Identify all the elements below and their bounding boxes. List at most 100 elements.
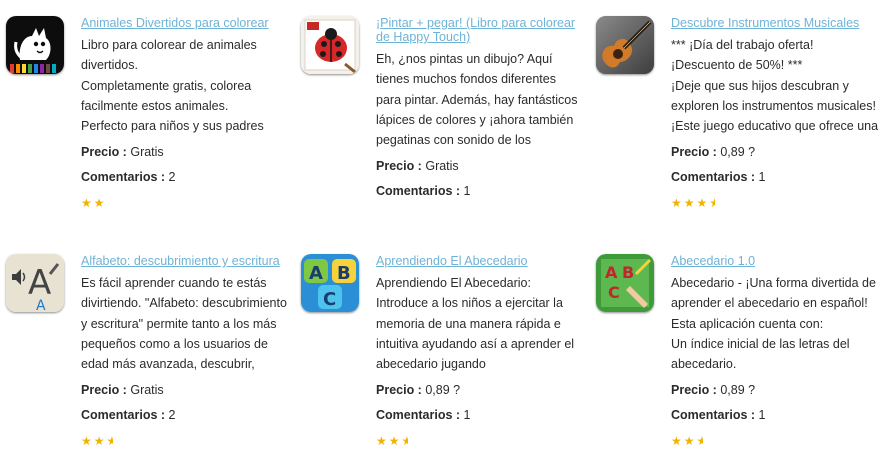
price-label: Precio :: [671, 383, 717, 398]
app-title-link[interactable]: Animales Divertidos para colorear: [81, 16, 291, 30]
app-title-link[interactable]: ¡Pintar + pegar! (Libro para colorear de…: [376, 16, 586, 44]
half-star-icon: ★: [402, 435, 408, 447]
description-line: pequeños como a los usuarios de: [81, 336, 268, 351]
half-star-icon: ★: [697, 435, 703, 447]
svg-text:C: C: [608, 283, 620, 302]
comments: Comentarios : 1: [376, 184, 586, 198]
price-value: Gratis: [425, 159, 459, 174]
abc-blocks-icon[interactable]: A B C: [301, 254, 359, 312]
app-info: Descubre Instrumentos Musicales *** ¡Día…: [671, 16, 881, 209]
description-line: aprender el abecedario en español!: [671, 296, 868, 311]
description-line: memoria de una manera rápida e: [376, 316, 561, 331]
star-icon: ★: [671, 196, 684, 211]
price: Precio : 0,89 ?: [376, 383, 586, 397]
description-line: pegatinas con sonido de los: [376, 133, 531, 148]
app-description: *** ¡Día del trabajo oferta! ¡Descuento …: [671, 35, 881, 136]
description-line: Abecedario - ¡Una forma divertida de: [671, 276, 876, 290]
app-description: Es fácil aprender cuando te estás divirt…: [81, 273, 291, 374]
price-label: Precio :: [81, 145, 127, 160]
description-line: facilmente estos animales.: [81, 98, 229, 113]
description-line: Perfecto para niños y sus padres: [81, 119, 264, 134]
app-title-link[interactable]: Abecedario 1.0: [671, 254, 881, 268]
star-icon: ★: [81, 196, 94, 211]
svg-text:C: C: [323, 289, 336, 310]
app-info: Alfabeto: descubrimiento y escritura Es …: [81, 254, 291, 447]
comments: Comentarios : 2: [81, 408, 291, 422]
description-line: tienes muchos fondos diferentes: [376, 72, 556, 87]
app-description: Aprendiendo El Abecedario: Introduce a l…: [376, 273, 586, 374]
description-line: lápices de colores y ¡ahora también: [376, 112, 574, 127]
ladybug-icon[interactable]: [301, 16, 359, 74]
comments: Comentarios : 1: [671, 408, 881, 422]
price: Precio : Gratis: [376, 159, 586, 173]
app-card-animales: Animales Divertidos para colorear Libro …: [6, 16, 296, 236]
description-line: ¡Descuento de 50%! ***: [671, 58, 803, 73]
comments-label: Comentarios :: [81, 408, 166, 423]
rating-stars: ★★★★: [671, 197, 881, 209]
comments-label: Comentarios :: [376, 408, 461, 423]
app-info: Aprendiendo El Abecedario Aprendiendo El…: [376, 254, 586, 447]
star-icon: ★: [683, 196, 697, 211]
comments-label: Comentarios :: [671, 408, 756, 423]
app-card-aprendiendo: A B C Aprendiendo El Abecedario Aprendie…: [301, 254, 591, 471]
star-icon: ★: [388, 434, 402, 449]
description-line: Es fácil aprender cuando te estás: [81, 276, 267, 290]
comments-value: 1: [758, 170, 766, 185]
price-value: 0,89 ?: [425, 383, 461, 398]
description-line: Aprendiendo El Abecedario:: [376, 276, 531, 290]
comments-value: 2: [168, 170, 176, 185]
star-icon: ★: [81, 434, 94, 449]
rating-stars: ★★★: [376, 435, 586, 447]
description-line: divirtiendo. "Alfabeto: descubrimiento: [81, 296, 287, 311]
app-card-abecedario: A B C Abecedario 1.0 Abecedario - ¡Una f…: [596, 254, 886, 471]
title-line: ¡Pintar + pegar! (Libro para colorear: [376, 16, 576, 30]
description-line: abecedario.: [671, 357, 737, 372]
title-line: de Happy Touch): [376, 30, 471, 44]
app-title-link[interactable]: Alfabeto: descubrimiento y escritura: [81, 254, 291, 268]
app-card-pintar-pegar: ¡Pintar + pegar! (Libro para colorear de…: [301, 16, 591, 236]
star-icon: ★: [376, 434, 389, 449]
svg-text:B: B: [622, 263, 634, 282]
half-star-icon: ★: [107, 435, 113, 447]
app-title-link[interactable]: Descubre Instrumentos Musicales: [671, 16, 881, 30]
app-info: ¡Pintar + pegar! (Libro para colorear de…: [376, 16, 586, 198]
comments-value: 1: [758, 408, 766, 423]
alphabet-speaker-icon[interactable]: A A: [6, 254, 64, 312]
abc-writing-icon[interactable]: A B C: [596, 254, 654, 312]
cat-coloring-icon[interactable]: [6, 16, 64, 74]
guitar-icon[interactable]: [596, 16, 654, 74]
svg-text:A: A: [28, 263, 51, 303]
app-description: Eh, ¿nos pintas un dibujo? Aquí tienes m…: [376, 49, 586, 150]
comments: Comentarios : 2: [81, 170, 291, 184]
star-icon: ★: [696, 196, 710, 211]
price-value: 0,89 ?: [720, 145, 756, 160]
price: Precio : Gratis: [81, 383, 291, 397]
price-value: Gratis: [130, 145, 164, 160]
comments: Comentarios : 1: [671, 170, 881, 184]
description-line: *** ¡Día del trabajo oferta!: [671, 38, 814, 52]
description-line: exploren los instrumentos musicales!: [671, 98, 876, 113]
description-line: divertidos.: [81, 58, 138, 73]
rating-stars: ★★★: [81, 435, 291, 447]
price: Precio : Gratis: [81, 145, 291, 159]
price: Precio : 0,89 ?: [671, 383, 881, 397]
description-line: ¡Este juego educativo que ofrece una: [671, 119, 879, 134]
half-star-icon: ★: [709, 197, 715, 209]
app-card-alfabeto: A A Alfabeto: descubrimiento y escritura…: [6, 254, 296, 471]
description-line: para pintar. Además, hay fantásticos: [376, 92, 578, 107]
comments: Comentarios : 1: [376, 408, 586, 422]
app-info: Abecedario 1.0 Abecedario - ¡Una forma d…: [671, 254, 881, 447]
rating-stars: ★★: [81, 197, 291, 209]
description-line: Un índice inicial de las letras del: [671, 336, 850, 351]
app-description: Libro para colorear de animales divertid…: [81, 35, 291, 136]
app-title-link[interactable]: Aprendiendo El Abecedario: [376, 254, 586, 268]
star-icon: ★: [93, 434, 107, 449]
comments-label: Comentarios :: [81, 170, 166, 185]
description-line: Esta aplicación cuenta con:: [671, 316, 824, 331]
description-line: Eh, ¿nos pintas un dibujo? Aquí: [376, 52, 553, 66]
description-line: abecedario jugando: [376, 357, 486, 372]
comments-value: 1: [463, 184, 471, 199]
price: Precio : 0,89 ?: [671, 145, 881, 159]
price-label: Precio :: [376, 159, 422, 174]
app-description: Abecedario - ¡Una forma divertida de apr…: [671, 273, 881, 374]
